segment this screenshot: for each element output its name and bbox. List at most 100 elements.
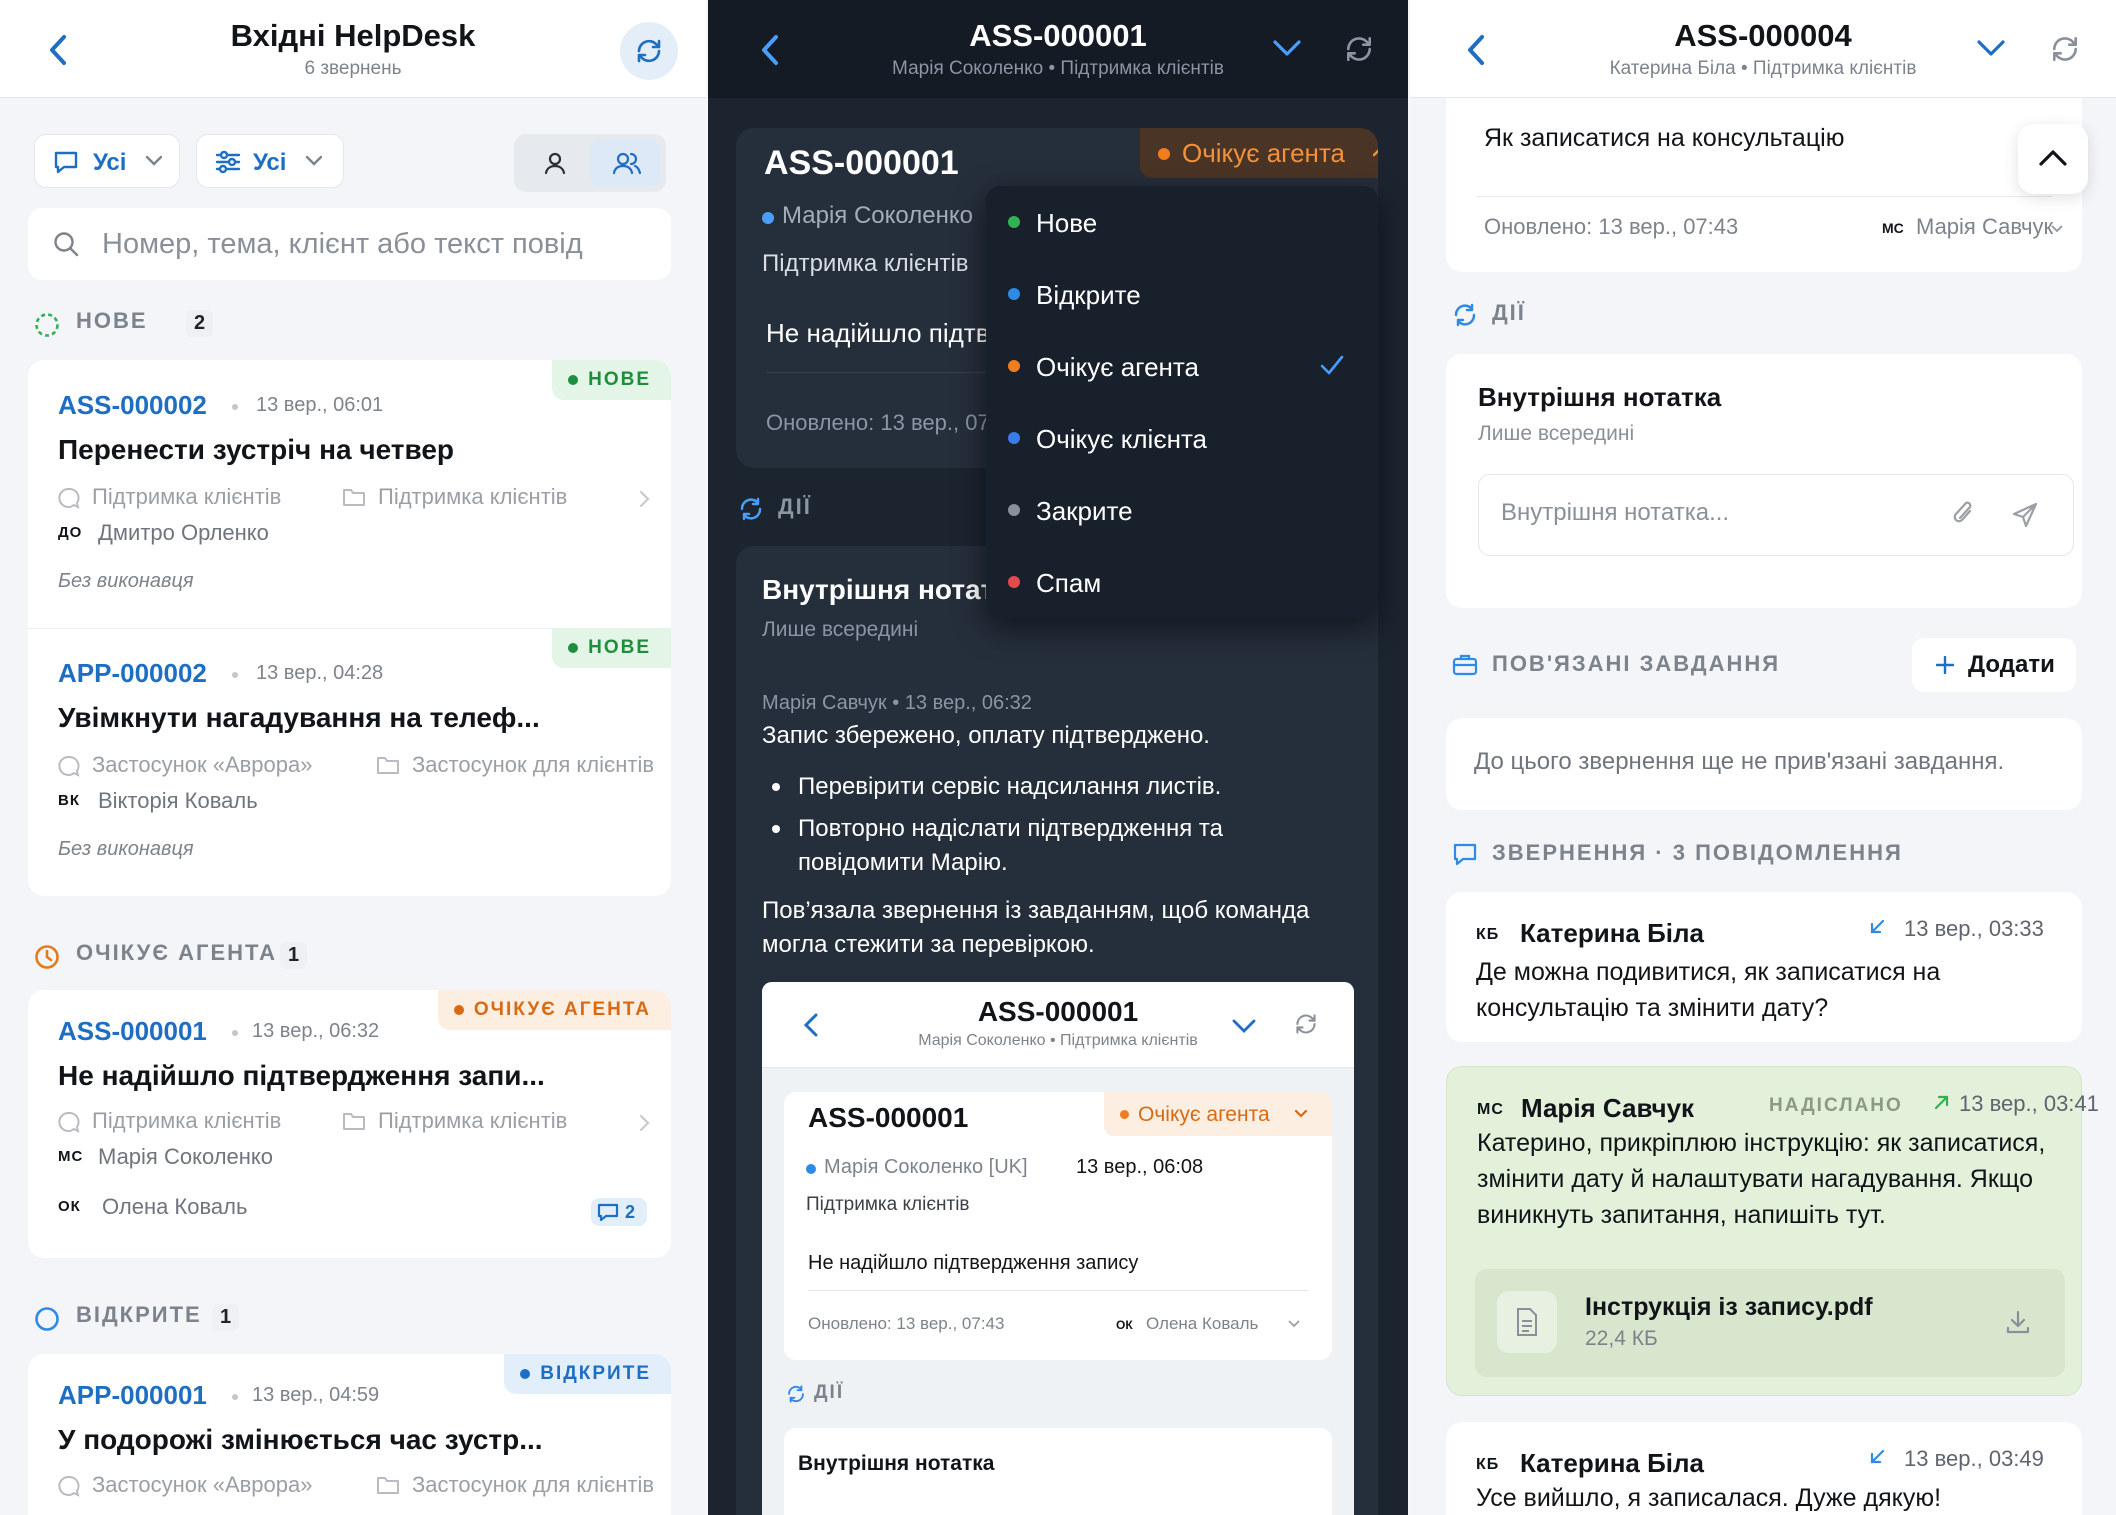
ticket-channel: Підтримка клієнтів	[92, 1108, 282, 1133]
ticket-channel: Застосунок «Аврора»	[92, 1472, 313, 1497]
search-icon	[54, 232, 79, 257]
ticket-item[interactable]: НОВЕ ASS-000002 13 вер., 06:01 Перенести…	[28, 360, 671, 628]
message-text: Катерино, прикріплюю інструкцію: як запи…	[1477, 1129, 2046, 1229]
settings-filter[interactable]: Усі	[196, 134, 344, 188]
message-count: 2	[591, 1198, 647, 1226]
chevron-down-icon	[145, 155, 163, 166]
search-field[interactable]: Номер, тема, клієнт або текст повід	[28, 208, 671, 280]
client-name: Марія Соколенко	[782, 202, 973, 229]
detail-header: ASS-000004 Катерина Біла • Підтримка клі…	[1410, 0, 2116, 98]
group-count: 2	[186, 310, 214, 337]
status-option-waiting-agent[interactable]: Очікує агента	[986, 330, 1378, 402]
attachment[interactable]: Інструкція із запису.pdf 22,4 КБ	[1475, 1269, 2065, 1377]
message-initials: КБ	[1476, 926, 1500, 943]
page-subtitle: Катерина Біла • Підтримка клієнтів	[1609, 58, 1917, 79]
ticket-channel: Підтримка клієнтів	[92, 484, 282, 509]
search-input[interactable]: Номер, тема, клієнт або текст повід	[102, 228, 616, 261]
page-title: ASS-000001	[969, 18, 1147, 53]
sync-icon	[788, 1385, 804, 1403]
status-option-spam[interactable]: Спам	[986, 546, 1378, 618]
status-badge: ОЧІКУЄ АГЕНТА	[437, 990, 671, 1030]
chevron-down-icon	[2051, 225, 2063, 233]
chevron-down-icon	[1232, 1019, 1256, 1033]
sliders-icon	[215, 150, 241, 174]
message-time: 13 вер., 03:33	[1904, 916, 2044, 941]
paperclip-icon[interactable]	[1951, 499, 1977, 529]
open-status-icon	[35, 1307, 59, 1331]
expand-button[interactable]	[1976, 38, 2006, 58]
message-item[interactable]: КБ Катерина Біла 13 вер., 03:33 Де можна…	[1446, 892, 2082, 1042]
preview-note-card: Внутрішня нотатка	[784, 1428, 1332, 1515]
ticket-item[interactable]: НОВЕ APP-000002 13 вер., 04:28 Увімкнути…	[28, 628, 671, 896]
note-footer: Пов’язала звернення із завданням, щоб ко…	[762, 897, 1310, 958]
chevron-down-icon	[1977, 40, 2005, 56]
page-subtitle: 6 звернень	[304, 58, 402, 79]
settings-filter-label: Усі	[253, 149, 287, 176]
note-line: Запис збережено, оплату підтверджено.	[762, 722, 1210, 749]
preview-status: Очікує агента	[1104, 1092, 1332, 1136]
attachment-size: 22,4 КБ	[1585, 1327, 1658, 1350]
status-option-closed[interactable]: Закрите	[986, 474, 1378, 546]
chevron-right-icon	[639, 490, 650, 508]
refresh-button[interactable]	[2050, 34, 2080, 64]
chat-icon	[58, 1111, 80, 1133]
assignee-toggle	[514, 134, 666, 192]
users-icon	[613, 152, 641, 175]
channel-filter[interactable]: Усі	[34, 134, 180, 188]
chat-icon	[597, 1203, 619, 1221]
folder-icon	[343, 1113, 365, 1130]
message-author: Марія Савчук	[1521, 1093, 1695, 1123]
status-option-waiting-client[interactable]: Очікує клієнта	[986, 402, 1378, 474]
refresh-icon	[2053, 37, 2077, 61]
folder-icon	[377, 1477, 399, 1494]
download-icon[interactable]	[2005, 1309, 2031, 1335]
user-icon	[544, 152, 566, 175]
group-label: НОВЕ	[76, 308, 148, 333]
chat-icon	[1453, 843, 1477, 866]
ticket-item[interactable]: ОЧІКУЄ АГЕНТА ASS-000001 13 вер., 06:32 …	[28, 990, 671, 1258]
preview-header: ASS-000001 Марія Соколенко • Підтримка к…	[762, 982, 1354, 1068]
my-tickets-toggle[interactable]	[520, 140, 590, 186]
group-label: ОЧІКУЄ АГЕНТА	[76, 940, 277, 965]
client-initials: ДО	[58, 524, 83, 541]
client-name: Вікторія Коваль	[98, 788, 258, 813]
ticket-item[interactable]: ВІДКРИТЕ APP-000001 13 вер., 04:59 У под…	[28, 1354, 671, 1515]
new-status-icon	[35, 313, 59, 337]
briefcase-icon	[1452, 654, 1478, 676]
message-time: 13 вер., 03:41	[1959, 1091, 2099, 1116]
clock-icon	[35, 945, 59, 969]
message-status: НАДІСЛАНО	[1769, 1095, 1903, 1116]
ticket-updated: Оновлено: 13 вер., 07	[766, 410, 990, 435]
internal-note-card: Внутрішня нотатка Лише всередині Внутріш…	[1446, 354, 2082, 608]
ticket-folder: Підтримка клієнтів	[378, 1108, 568, 1133]
ticket-folder: Підтримка клієнтів	[378, 484, 568, 509]
group-count: 1	[280, 942, 308, 969]
expand-button[interactable]	[1272, 38, 1302, 58]
all-tickets-toggle[interactable]	[590, 140, 660, 186]
preview-ticket-card: ASS-000001 Очікує агента Марія Соколенко…	[784, 1092, 1332, 1360]
refresh-button[interactable]	[620, 22, 678, 80]
page-title: Вхідні HelpDesk	[230, 18, 476, 53]
client-name: Дмитро Орленко	[98, 520, 269, 545]
folder-icon	[377, 757, 399, 774]
refresh-button[interactable]	[1344, 34, 1374, 64]
group-label: ВІДКРИТЕ	[76, 1302, 202, 1327]
status-badge: НОВЕ	[552, 628, 671, 668]
status-option-new[interactable]: Нове	[986, 186, 1378, 258]
refresh-icon	[637, 39, 661, 63]
client-initials: ВК	[58, 792, 80, 809]
check-icon	[1320, 355, 1344, 375]
ticket-channel: Застосунок «Аврора»	[92, 752, 313, 777]
status-dropdown[interactable]: Очікує агента	[1140, 128, 1378, 178]
message-item[interactable]: МС Марія Савчук НАДІСЛАНО 13 вер., 03:41…	[1446, 1066, 2099, 1396]
chevron-down-icon	[305, 155, 323, 166]
assignee: Без виконавця	[58, 838, 194, 860]
collapse-button[interactable]	[2018, 124, 2088, 194]
ticket-id: ASS-000001	[58, 1016, 207, 1046]
embedded-preview: ASS-000001 Марія Соколенко • Підтримка к…	[762, 982, 1354, 1515]
status-option-open[interactable]: Відкрите	[986, 258, 1378, 330]
message-item[interactable]: КБ Катерина Біла 13 вер., 03:49 Усе вийш…	[1446, 1422, 2082, 1515]
send-icon[interactable]	[2011, 501, 2039, 529]
add-task-button[interactable]: Додати	[1912, 638, 2076, 692]
note-input[interactable]: Внутрішня нотатка...	[1478, 474, 2074, 556]
